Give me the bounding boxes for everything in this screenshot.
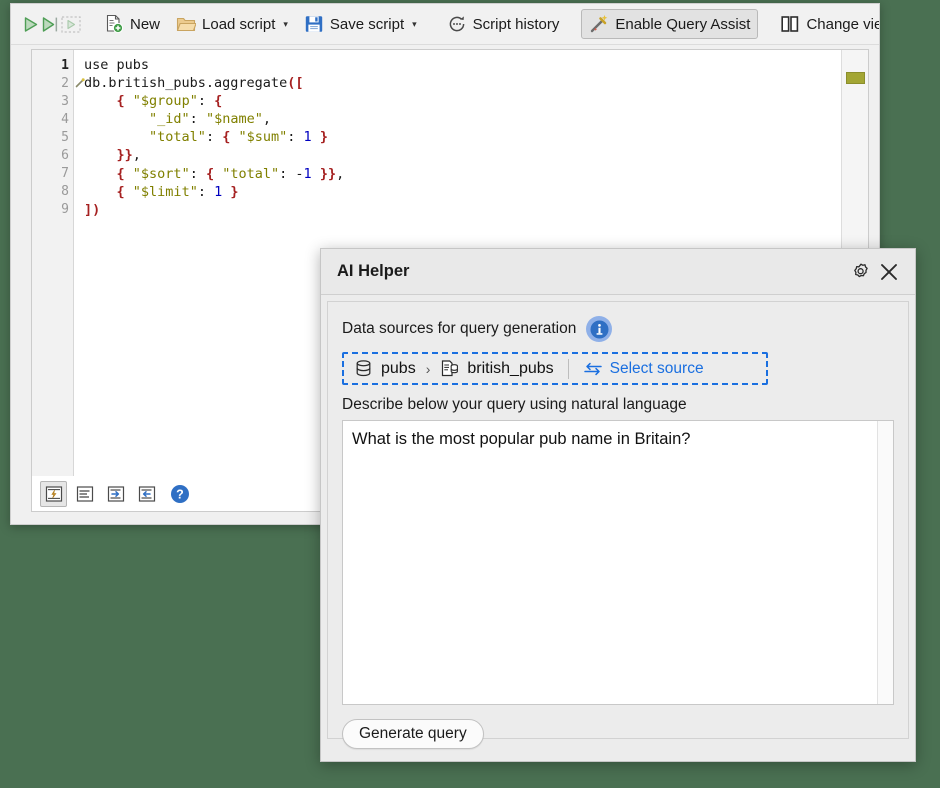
help-button[interactable]: ? — [169, 483, 191, 505]
run-icon — [21, 15, 40, 34]
data-sources-label: Data sources for query generation — [342, 320, 576, 338]
chevron-down-icon[interactable]: ▾ — [412, 19, 417, 30]
align-lines-icon — [76, 485, 94, 503]
prompt-scrollbar[interactable] — [877, 421, 893, 704]
new-script-label: New — [130, 16, 160, 33]
editor-toolbar: New Load script ▾ Save script ▾ — [11, 4, 879, 45]
minimap-marker — [846, 72, 865, 84]
panel-title: AI Helper — [337, 262, 847, 281]
run-to-cursor-icon — [40, 15, 61, 34]
save-script-button[interactable]: Save script ▾ — [296, 9, 425, 39]
line-number: 8 — [32, 183, 73, 201]
info-icon — [590, 320, 609, 339]
database-icon — [354, 359, 373, 378]
source-database-name: pubs — [381, 360, 416, 378]
line-number: 9 — [32, 201, 73, 219]
run-to-cursor-button[interactable] — [40, 10, 61, 38]
line-number: 5 — [32, 128, 73, 146]
new-script-button[interactable]: New — [96, 9, 168, 39]
folder-open-icon — [176, 14, 196, 34]
format-code-icon — [45, 485, 63, 503]
line-number: 3 — [32, 92, 73, 110]
enable-query-assist-button[interactable]: Enable Query Assist — [581, 9, 758, 39]
change-view-button[interactable]: Change vie — [772, 9, 880, 39]
line-number: 4 — [32, 110, 73, 128]
outdent-icon — [138, 485, 156, 503]
generate-query-button[interactable]: Generate query — [342, 719, 484, 749]
split-view-icon — [780, 14, 800, 34]
script-history-button[interactable]: Script history — [439, 9, 568, 39]
help-question-icon: ? — [170, 484, 190, 504]
svg-text:?: ? — [176, 487, 184, 501]
run-disabled-icon — [61, 15, 82, 34]
data-source-chip[interactable]: pubs › british_pubs Select source — [342, 352, 768, 385]
align-lines-button[interactable] — [71, 481, 98, 507]
settings-button[interactable] — [847, 258, 875, 286]
save-script-label: Save script — [330, 16, 404, 33]
line-number-gutter: 1 2 3 4 5 6 7 8 9 — [32, 50, 74, 478]
select-source-label: Select source — [610, 360, 704, 378]
query-assist-marker-icon[interactable] — [75, 78, 85, 88]
magic-wand-icon — [589, 14, 609, 34]
load-script-label: Load script — [202, 16, 275, 33]
breadcrumb-separator: › — [426, 361, 431, 377]
format-code-button[interactable] — [40, 481, 67, 507]
line-number: 2 — [32, 74, 73, 92]
line-number-text: 2 — [61, 76, 69, 91]
load-script-button[interactable]: Load script ▾ — [168, 9, 296, 39]
change-view-label: Change vie — [806, 16, 880, 33]
line-number: 7 — [32, 165, 73, 183]
prompt-textarea-wrapper[interactable]: What is the most popular pub name in Bri… — [342, 420, 894, 705]
prompt-input[interactable]: What is the most popular pub name in Bri… — [343, 421, 877, 704]
source-collection-name: british_pubs — [467, 360, 553, 378]
line-number: 1 — [32, 56, 73, 74]
select-source-link[interactable]: Select source — [583, 360, 704, 378]
ai-helper-header: AI Helper — [321, 249, 915, 295]
history-clock-icon — [447, 14, 467, 34]
script-history-label: Script history — [473, 16, 560, 33]
enable-query-assist-label: Enable Query Assist — [615, 16, 750, 33]
ai-helper-panel: AI Helper Data sources for query generat… — [320, 248, 916, 762]
info-button[interactable] — [586, 316, 612, 342]
line-number: 6 — [32, 146, 73, 164]
close-icon — [878, 261, 900, 283]
swap-arrows-icon — [583, 362, 603, 376]
new-document-icon — [104, 14, 124, 34]
chevron-down-icon[interactable]: ▾ — [283, 19, 288, 30]
indent-button[interactable] — [102, 481, 129, 507]
collection-icon — [440, 359, 459, 378]
settings-gear-icon — [850, 261, 872, 283]
data-sources-row: Data sources for query generation — [342, 316, 894, 342]
outdent-button[interactable] — [133, 481, 160, 507]
indent-icon — [107, 485, 125, 503]
run-selection-button — [61, 10, 82, 38]
describe-query-label: Describe below your query using natural … — [342, 396, 894, 414]
floppy-save-icon — [304, 14, 324, 34]
chip-divider — [568, 359, 569, 379]
ai-helper-body: Data sources for query generation pubs › — [327, 301, 909, 739]
run-button[interactable] — [21, 10, 40, 38]
close-button[interactable] — [875, 258, 903, 286]
